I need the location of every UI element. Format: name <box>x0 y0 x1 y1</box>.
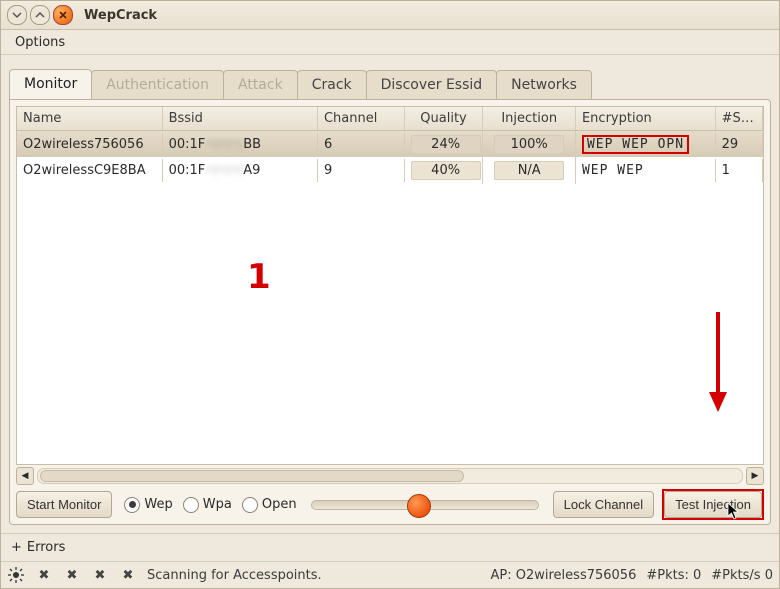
col-header-bssid[interactable]: Bssid <box>163 107 318 130</box>
status-x-icon[interactable]: ✖ <box>91 566 109 584</box>
statusbar: ✖ ✖ ✖ ✖ Scanning for Accesspoints. AP: O… <box>1 561 779 588</box>
radio-open[interactable]: Open <box>242 497 297 513</box>
scroll-track[interactable] <box>37 468 743 484</box>
monitor-toolbar: Start Monitor Wep Wpa Open Lock Channel … <box>16 489 764 520</box>
col-header-quality[interactable]: Quality <box>405 107 484 130</box>
cell-injection: 100% <box>483 131 576 158</box>
slider-thumb[interactable] <box>407 494 431 518</box>
cell-bssid: 00:1F··:··:··:BB <box>163 133 318 156</box>
channel-slider[interactable] <box>311 500 539 510</box>
start-monitor-button[interactable]: Start Monitor <box>16 491 112 518</box>
scroll-thumb[interactable] <box>40 470 464 482</box>
status-x-icon[interactable]: ✖ <box>35 566 53 584</box>
cell-name: O2wirelessC9E8BA <box>17 159 163 182</box>
radio-dot-icon <box>242 497 258 513</box>
cell-injection: N/A <box>483 157 576 184</box>
table-header: Name Bssid Channel Quality Injection Enc… <box>17 107 763 131</box>
chevron-down-icon <box>12 10 22 20</box>
cell-stat: 1 <box>716 159 763 182</box>
encryption-filter-radio-group: Wep Wpa Open <box>124 497 296 513</box>
scroll-right-button[interactable]: ▶ <box>746 467 764 485</box>
network-table: Name Bssid Channel Quality Injection Enc… <box>16 106 764 465</box>
cell-stat: 29 <box>716 133 763 156</box>
cell-quality: 40% <box>405 157 484 184</box>
activity-icon[interactable] <box>7 566 25 584</box>
radio-dot-icon <box>124 497 140 513</box>
maximize-button[interactable] <box>30 5 50 25</box>
minimize-button[interactable] <box>7 5 27 25</box>
col-header-encryption[interactable]: Encryption <box>576 107 716 130</box>
menu-options[interactable]: Options <box>7 32 73 53</box>
cell-name: O2wireless756056 <box>17 133 163 156</box>
status-x-icon[interactable]: ✖ <box>63 566 81 584</box>
errors-label: Errors <box>27 540 65 555</box>
col-header-channel[interactable]: Channel <box>318 107 405 130</box>
status-ap: AP: O2wireless756056 <box>490 568 636 583</box>
tab-attack[interactable]: Attack <box>223 70 298 99</box>
tab-authentication[interactable]: Authentication <box>91 70 224 99</box>
tab-networks[interactable]: Networks <box>496 70 592 99</box>
tabbar: Monitor Authentication Attack Crack Disc… <box>1 55 779 99</box>
col-header-stat[interactable]: #Stat <box>716 107 763 130</box>
cell-encryption: WEP WEP <box>576 159 716 182</box>
lock-channel-button[interactable]: Lock Channel <box>553 491 655 518</box>
cell-channel: 6 <box>318 133 405 156</box>
annotation-highlight-test-injection: Test Injection <box>662 489 764 520</box>
tab-crack[interactable]: Crack <box>297 70 367 99</box>
menubar: Options <box>1 30 779 55</box>
cell-channel: 9 <box>318 159 405 182</box>
radio-wep[interactable]: Wep <box>124 497 172 513</box>
radio-dot-icon <box>183 497 199 513</box>
close-button[interactable] <box>53 5 73 25</box>
expand-plus-icon: + <box>11 540 22 555</box>
window-title: WepCrack <box>84 8 157 23</box>
tab-discover-essid[interactable]: Discover Essid <box>366 70 498 99</box>
app-window: WepCrack Options Monitor Authentication … <box>0 0 780 589</box>
radio-wpa[interactable]: Wpa <box>183 497 232 513</box>
col-header-injection[interactable]: Injection <box>483 107 576 130</box>
status-x-icon[interactable]: ✖ <box>119 566 137 584</box>
horizontal-scrollbar[interactable]: ◀ ▶ <box>16 467 764 485</box>
cell-bssid: 00:1F··:··:··:A9 <box>163 159 318 182</box>
cell-encryption: WEP WEP OPN <box>576 133 716 156</box>
table-row[interactable]: O2wirelessC9E8BA 00:1F··:··:··:A9 9 40% … <box>17 157 763 183</box>
status-pkts-per-sec: #Pkts/s 0 <box>711 568 773 583</box>
table-body: O2wireless756056 00:1F··:··:··:BB 6 24% … <box>17 131 763 464</box>
scroll-left-button[interactable]: ◀ <box>16 467 34 485</box>
status-scanning-text: Scanning for Accesspoints. <box>147 568 322 583</box>
errors-expander[interactable]: + Errors <box>1 533 779 561</box>
status-pkts: #Pkts: 0 <box>646 568 701 583</box>
chevron-up-icon <box>35 10 45 20</box>
close-icon <box>58 10 68 20</box>
test-injection-button[interactable]: Test Injection <box>664 491 762 518</box>
titlebar: WepCrack <box>1 1 779 30</box>
col-header-name[interactable]: Name <box>17 107 163 130</box>
tab-content-monitor: Name Bssid Channel Quality Injection Enc… <box>9 99 771 525</box>
table-row[interactable]: O2wireless756056 00:1F··:··:··:BB 6 24% … <box>17 131 763 157</box>
tab-monitor[interactable]: Monitor <box>9 69 92 99</box>
cell-quality: 24% <box>405 131 484 158</box>
